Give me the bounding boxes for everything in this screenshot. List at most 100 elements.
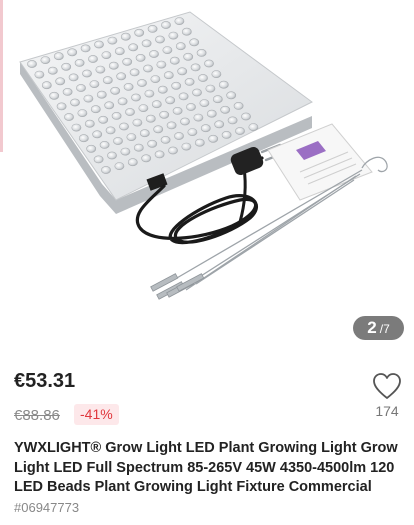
led-bead xyxy=(120,32,131,41)
led-bead xyxy=(190,63,201,72)
led-bead xyxy=(120,147,131,156)
led-bead xyxy=(128,43,139,52)
led-bead xyxy=(108,61,119,70)
led-bead xyxy=(119,122,129,131)
led-bead xyxy=(104,101,115,110)
led-bead xyxy=(145,114,156,123)
led-bead xyxy=(96,90,107,99)
led-bead xyxy=(64,113,74,121)
led-bead xyxy=(165,96,176,105)
led-bead xyxy=(233,102,244,110)
led-bead xyxy=(157,85,168,94)
led-bead xyxy=(150,75,161,83)
led-bead xyxy=(122,57,133,66)
led-bead xyxy=(163,71,174,80)
led-bead xyxy=(178,92,189,101)
led-bead xyxy=(99,140,110,149)
led-bead xyxy=(74,59,85,67)
led-bead xyxy=(126,133,137,141)
led-bead xyxy=(90,105,101,114)
led-bead xyxy=(67,48,78,57)
led-bead xyxy=(169,56,180,65)
led-bead xyxy=(125,108,135,116)
led-bead xyxy=(211,70,222,78)
led-bead xyxy=(80,44,91,53)
led-bead xyxy=(141,154,152,163)
led-bead xyxy=(172,107,183,115)
led-bead xyxy=(174,17,185,25)
led-bead xyxy=(205,84,216,93)
led-bead xyxy=(226,91,237,100)
led-bead xyxy=(127,158,138,167)
led-bead xyxy=(110,86,121,95)
led-bead xyxy=(101,166,111,174)
led-bead xyxy=(144,89,155,98)
led-bead xyxy=(107,36,118,45)
led-bead xyxy=(204,59,214,68)
led-bead xyxy=(123,83,134,91)
led-bead xyxy=(49,91,60,100)
led-bead xyxy=(88,55,98,63)
led-bead xyxy=(220,105,231,114)
led-bead xyxy=(55,77,66,86)
led-bead xyxy=(40,56,51,64)
led-bead xyxy=(241,112,251,121)
heart-outline-icon[interactable] xyxy=(372,372,402,400)
led-bead xyxy=(27,60,37,68)
led-bead xyxy=(78,134,89,143)
led-bead xyxy=(147,139,158,148)
led-bead xyxy=(248,123,259,131)
led-bead xyxy=(187,128,198,136)
discount-badge: -41% xyxy=(74,404,119,425)
led-bead xyxy=(70,98,80,107)
led-bead xyxy=(129,68,140,77)
led-bead xyxy=(160,135,171,144)
led-bead xyxy=(162,46,173,54)
led-bead xyxy=(141,39,152,48)
led-bead xyxy=(159,110,170,119)
led-bead xyxy=(132,118,143,127)
led-bead xyxy=(89,80,100,88)
led-bead xyxy=(184,78,195,86)
led-bead xyxy=(92,130,103,139)
led-bead xyxy=(189,38,200,47)
product-image-gallery[interactable]: 2 / 7 xyxy=(0,0,414,350)
led-bead xyxy=(139,129,150,138)
led-bead xyxy=(183,52,194,61)
led-bead xyxy=(227,116,238,125)
led-bead xyxy=(137,79,147,87)
led-bead xyxy=(186,103,196,111)
led-bead xyxy=(235,127,245,135)
led-bead xyxy=(212,95,223,104)
led-bead xyxy=(168,31,179,40)
led-bead xyxy=(53,52,64,61)
led-bead xyxy=(62,88,73,96)
led-bead xyxy=(218,80,229,89)
led-bead xyxy=(175,42,186,51)
led-bead xyxy=(98,115,109,124)
led-bead xyxy=(198,74,208,82)
led-bead xyxy=(93,155,104,164)
old-price: €88.86 xyxy=(14,407,60,424)
price: €53.31 xyxy=(14,370,76,392)
led-bead xyxy=(114,162,125,170)
led-bead xyxy=(113,137,123,145)
led-bead xyxy=(82,69,92,78)
product-info: €53.31 €88.86 -41% 174 YWXLIGHT® Grow Li… xyxy=(0,350,414,525)
page-total: 7 xyxy=(383,322,390,336)
led-bead xyxy=(95,65,106,74)
led-bead xyxy=(111,112,122,120)
led-bead xyxy=(133,143,144,152)
page-current: 2 xyxy=(367,318,377,337)
led-bead xyxy=(34,70,45,79)
product-image[interactable] xyxy=(0,0,414,350)
led-bead xyxy=(200,124,211,133)
led-bead xyxy=(208,134,219,143)
led-bead xyxy=(102,76,113,85)
led-bead xyxy=(147,24,158,33)
favorite-button[interactable]: 174 xyxy=(368,372,406,419)
led-bead xyxy=(77,109,88,117)
led-bead xyxy=(156,60,167,69)
led-bead xyxy=(221,130,232,139)
led-bead xyxy=(117,97,128,106)
